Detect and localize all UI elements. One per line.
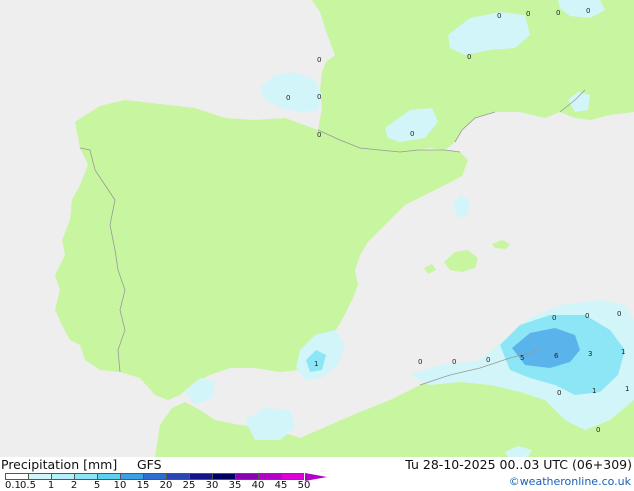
map-title: Precipitation [mm] (1, 457, 118, 472)
point-label: 0 (286, 94, 290, 102)
color-swatch (212, 473, 235, 480)
point-label: 0 (526, 10, 530, 18)
point-label: 0 (317, 131, 321, 139)
point-label: 1 (592, 387, 596, 395)
color-swatch (235, 473, 258, 480)
color-swatch (97, 473, 120, 480)
color-swatch (281, 473, 304, 480)
color-swatch (51, 473, 74, 480)
precipitation-map: 0 0 0 0 0 0 0 0 0 0 0 0 0 0 0 0 0 1 5 6 … (0, 0, 634, 467)
point-label: 0 (317, 93, 321, 101)
point-label: 0 (467, 53, 471, 61)
color-swatch (189, 473, 212, 480)
point-label: 0 (497, 12, 501, 20)
point-label: 0 (586, 7, 590, 15)
point-label: 0 (556, 9, 560, 17)
point-label: 0 (557, 389, 561, 397)
point-label: 0 (486, 356, 490, 364)
point-label: 0 (410, 130, 414, 138)
model-name: GFS (137, 457, 162, 472)
valid-time: Tu 28-10-2025 00..03 UTC (06+309) (405, 457, 632, 472)
point-label: 0 (596, 426, 600, 434)
point-label: 1 (621, 348, 625, 356)
map-footer: Precipitation [mm] GFS Tu 28-10-2025 00.… (0, 457, 634, 491)
color-swatch (28, 473, 51, 480)
color-swatch (74, 473, 97, 480)
color-swatch (120, 473, 143, 480)
color-swatch (258, 473, 281, 480)
point-label: 0 (617, 310, 621, 318)
point-label: 6 (554, 352, 559, 360)
point-label: 3 (588, 350, 592, 358)
point-label: 0 (418, 358, 422, 366)
site-credit[interactable]: ©weatheronline.co.uk (509, 475, 631, 489)
point-label: 0 (585, 312, 589, 320)
point-label: 0 (552, 314, 556, 322)
point-label: 1 (314, 360, 318, 368)
point-label: 1 (625, 385, 629, 393)
point-label: 5 (520, 354, 524, 362)
color-swatch (143, 473, 166, 480)
point-label: 0 (452, 358, 456, 366)
color-swatch (5, 473, 28, 480)
point-label: 0 (317, 56, 321, 64)
color-swatch (166, 473, 189, 480)
